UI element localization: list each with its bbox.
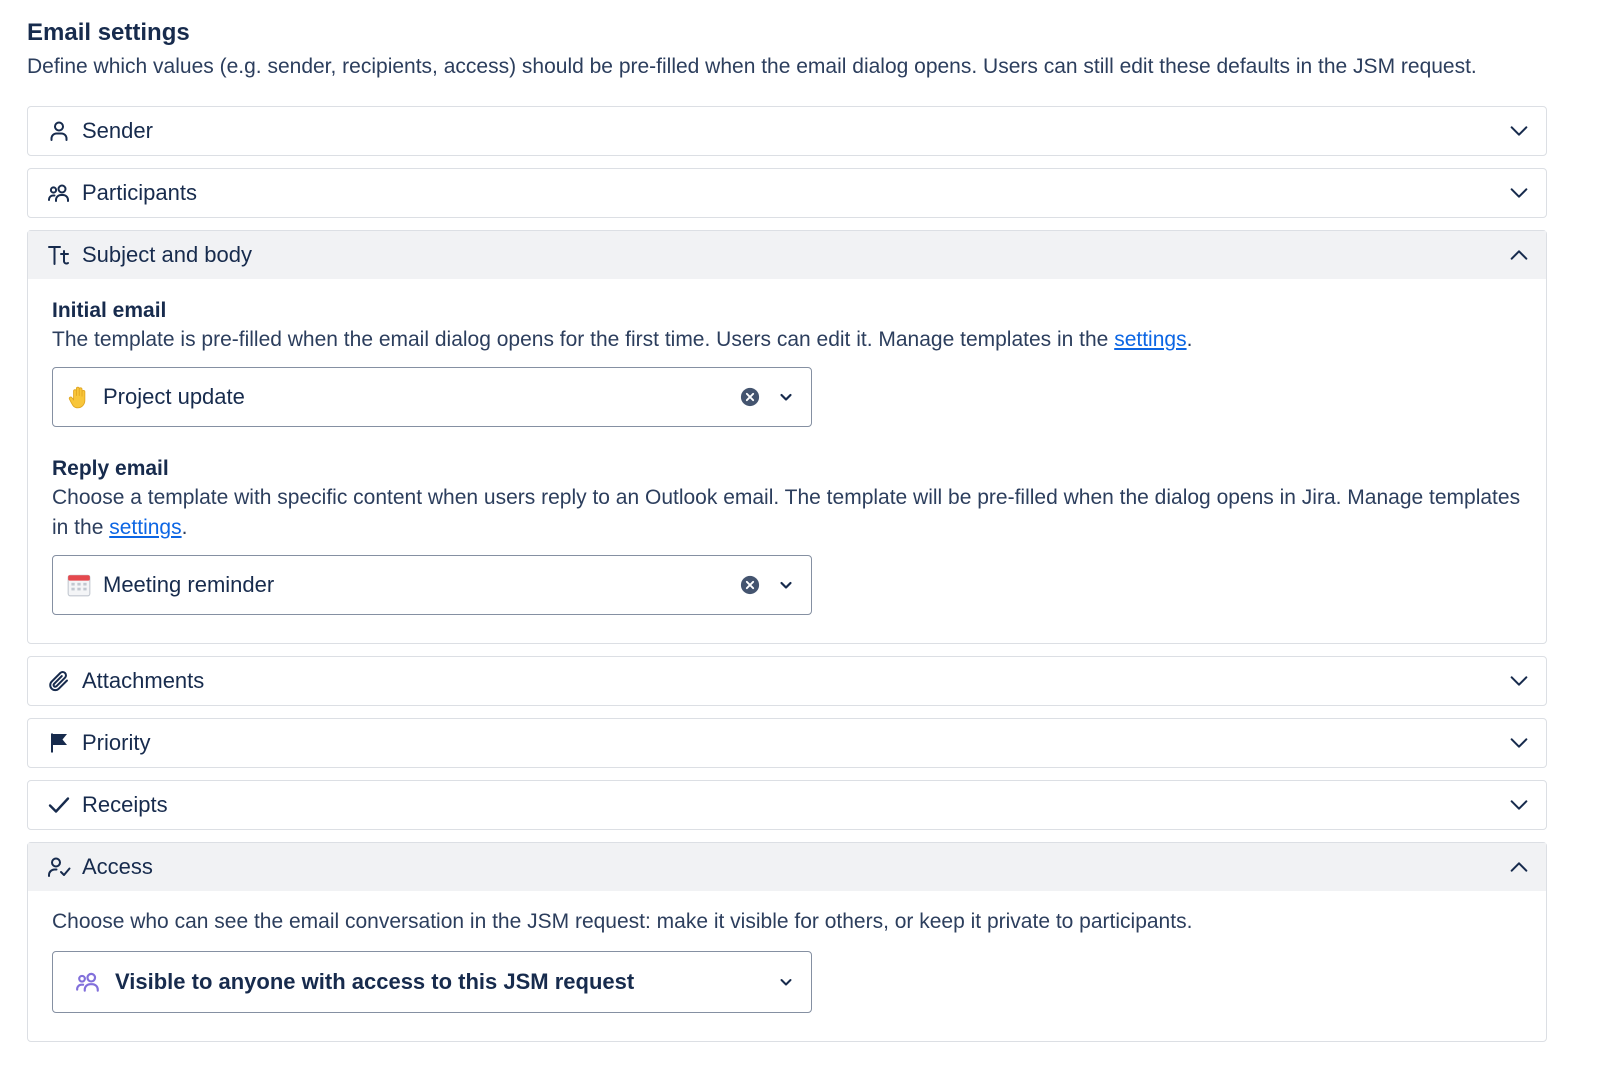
reply-template-value: Meeting reminder	[103, 572, 275, 597]
section-attachments-label: Attachments	[82, 668, 205, 693]
section-attachments: Attachments	[27, 656, 1547, 706]
initial-settings-link[interactable]: settings	[1114, 328, 1186, 351]
section-access: Access Choose who can see the email conv…	[27, 842, 1547, 1042]
section-access-content: Choose who can see the email conversatio…	[28, 891, 1546, 1041]
access-visibility-select[interactable]: Visible to anyone with access to this JS…	[52, 951, 812, 1013]
section-sender: Sender	[27, 106, 1547, 156]
chevron-down-icon	[1506, 730, 1532, 756]
email-settings-page: Email settings Define which values (e.g.…	[27, 18, 1547, 1054]
page-title: Email settings	[27, 19, 190, 46]
initial-email-title: Initial email	[52, 299, 167, 322]
text-size-icon	[46, 242, 72, 268]
raised-hand-icon	[65, 383, 93, 411]
people-icon	[75, 968, 103, 996]
initial-template-value: Project update	[103, 384, 245, 409]
person-icon	[46, 118, 72, 144]
reply-email-title: Reply email	[52, 457, 169, 480]
initial-template-select[interactable]: Project update	[52, 367, 812, 427]
page-description: Define which values (e.g. sender, recipi…	[27, 55, 1477, 78]
check-icon	[46, 792, 72, 818]
reply-email-desc-text: Choose a template with specific content …	[52, 486, 1521, 539]
section-subject-body-header[interactable]: Subject and body	[28, 231, 1546, 279]
section-receipts: Receipts	[27, 780, 1547, 830]
section-access-label: Access	[82, 854, 153, 879]
section-subject-body: Subject and body Initial email The templ…	[27, 230, 1547, 644]
chevron-down-icon	[1506, 118, 1532, 144]
paperclip-icon	[46, 668, 72, 694]
section-participants-header[interactable]: Participants	[28, 169, 1546, 217]
calendar-icon	[65, 571, 93, 599]
clear-icon[interactable]	[739, 574, 761, 596]
initial-email-description: The template is pre-filled when the emai…	[52, 325, 1522, 355]
reply-settings-link[interactable]: settings	[109, 516, 181, 539]
chevron-down-icon[interactable]	[775, 574, 797, 596]
initial-email-desc-text: The template is pre-filled when the emai…	[52, 328, 1115, 351]
settings-sections: Sender Participants Subject and body Ini…	[27, 106, 1547, 1042]
section-subject-body-label: Subject and body	[82, 242, 253, 267]
chevron-down-icon[interactable]	[775, 386, 797, 408]
person-check-icon	[46, 854, 72, 880]
reply-template-select[interactable]: Meeting reminder	[52, 555, 812, 615]
section-receipts-label: Receipts	[82, 792, 168, 817]
chevron-down-icon	[1506, 792, 1532, 818]
initial-email-desc-end: .	[1186, 328, 1193, 351]
section-priority-label: Priority	[82, 730, 151, 755]
section-participants: Participants	[27, 168, 1547, 218]
section-attachments-header[interactable]: Attachments	[28, 657, 1546, 705]
chevron-up-icon	[1506, 242, 1532, 268]
chevron-up-icon	[1506, 854, 1532, 880]
flag-icon	[46, 730, 72, 756]
section-priority-header[interactable]: Priority	[28, 719, 1546, 767]
section-sender-label: Sender	[82, 118, 153, 143]
access-visibility-value: Visible to anyone with access to this JS…	[115, 969, 635, 994]
chevron-down-icon[interactable]	[775, 971, 797, 993]
chevron-down-icon	[1506, 180, 1532, 206]
chevron-down-icon	[1506, 668, 1532, 694]
section-access-header[interactable]: Access	[28, 843, 1546, 891]
section-sender-header[interactable]: Sender	[28, 107, 1546, 155]
access-description: Choose who can see the email conversatio…	[52, 910, 1193, 933]
reply-email-description: Choose a template with specific content …	[52, 483, 1522, 543]
people-icon	[46, 180, 72, 206]
section-priority: Priority	[27, 718, 1547, 768]
section-receipts-header[interactable]: Receipts	[28, 781, 1546, 829]
section-subject-body-content: Initial email The template is pre-filled…	[28, 279, 1546, 643]
section-participants-label: Participants	[82, 180, 197, 205]
clear-icon[interactable]	[739, 386, 761, 408]
reply-email-desc-end: .	[181, 516, 188, 539]
